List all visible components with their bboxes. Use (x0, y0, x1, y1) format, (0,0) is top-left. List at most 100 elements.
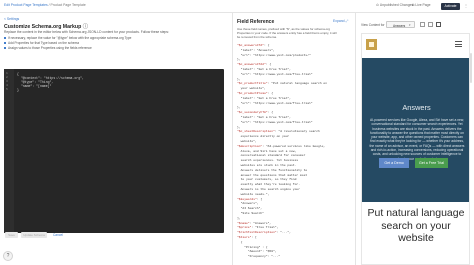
top-bar: Edit Product Page Templates / Product Pa… (0, 0, 474, 13)
field-value: }, (237, 77, 241, 81)
save-button[interactable]: Save (5, 232, 18, 238)
field-reference-line: "label": "Answers", (237, 49, 275, 53)
mobile-view-icon[interactable] (436, 22, 441, 27)
field-reference-line: Answers is the search engine your (237, 188, 300, 192)
entity-select-value: Answers (393, 23, 406, 28)
instructions-text: Replace the content in the editor below … (4, 30, 169, 34)
field-value: "Frequency": "..." (237, 255, 281, 259)
free-trial-button[interactable]: Get a Free Trial (415, 158, 448, 168)
code-editor[interactable]: 1 2 3 4 5 { "@context": "https://schema.… (4, 69, 224, 233)
field-value: Answers is the search engine your (237, 188, 301, 191)
field-reference-line: "$c_secondaryCTA": { (237, 111, 273, 115)
view-content-label: View Content for (361, 23, 385, 27)
live-page-link[interactable]: ⧉ Live Page (412, 3, 430, 7)
field-reference-line: "$name": "Answers", (237, 222, 271, 226)
field-value: conversational standard for consumer (237, 154, 306, 158)
field-value: }, (237, 125, 241, 129)
field-reference-line: }, (237, 58, 241, 62)
field-reference-line: websites are stuck in the past. (237, 164, 297, 168)
field-value: : [ (256, 197, 263, 201)
field-reference-line: website", (237, 140, 257, 144)
field-reference-line: "Site Search" (237, 212, 264, 216)
field-reference-line: "$tiers": [ (237, 236, 257, 240)
field-value: }, (237, 106, 241, 110)
field-value: "Amount": "$50", (237, 250, 277, 254)
field-reference-line: experience directly on your (237, 135, 290, 139)
settings-back-link[interactable]: < Settings (4, 17, 19, 21)
schema-editor-panel: < Settings Customize Schema.org Markup ⓘ… (0, 13, 230, 265)
field-key: "$name" (237, 221, 250, 225)
field-reference-line: exactly what they're looking for. (237, 183, 300, 187)
hero-title: Answers (402, 103, 431, 112)
field-reference-line: "$c_productTitle": "Put natural language… (237, 82, 327, 86)
step-item: Add Properties for that Type based on th… (4, 41, 79, 45)
field-value: "label": "Get a Free Trial", (237, 96, 292, 100)
field-value: : { (265, 63, 272, 67)
field-key: "$c_answersCTA2" (237, 63, 266, 67)
field-reference-line: "$keywords": [ (237, 198, 262, 202)
hero-text: AI-powered services like Google, Alexa, … (369, 118, 465, 161)
tablet-view-icon[interactable] (428, 22, 433, 27)
field-reference-line: conversational standard for consumer (237, 154, 306, 158)
field-reference-line: "label": "Get a Free Trial", (237, 116, 291, 120)
expand-button[interactable]: Expand ⤢ (333, 19, 348, 23)
field-reference-line: "Answers", (237, 202, 259, 206)
preview-panel: View Content for Answers ▾ Answers AI-po… (356, 13, 474, 265)
preview-scrollbar[interactable] (470, 53, 472, 83)
field-reference-line: "$description": "AI-powered services lik… (237, 145, 325, 149)
more-menu-icon[interactable]: ⋮ (464, 3, 468, 8)
field-value: ], (237, 216, 241, 220)
field-value: "Answers", (237, 202, 259, 206)
field-value: to your customers, so they find (237, 178, 297, 182)
field-key: "$description" (237, 144, 263, 148)
line-number-gutter (4, 69, 14, 233)
field-reference-line: "url": "https://www.yext.com/products/" (237, 54, 311, 58)
field-key: "$c_secondaryCTA" (237, 111, 268, 115)
update-schema-button[interactable]: Update Schema (21, 232, 47, 238)
field-value: : { (267, 92, 274, 95)
field-reference-line: "$richTextDescription": "...", (237, 231, 291, 235)
hero-section: Answers AI-powered services like Google,… (362, 58, 469, 202)
field-value: answer the questions that matter most (237, 173, 308, 177)
field-reference-line: to your customers, so they find (237, 178, 297, 182)
step-item: If necessary, replace the value for "@ty… (3, 36, 132, 40)
page-preview: Answers AI-powered services like Google,… (361, 33, 470, 265)
hamburger-menu-icon[interactable] (455, 41, 462, 48)
get-demo-button[interactable]: Get a Demo (379, 158, 409, 168)
field-reference-line: }, (237, 78, 241, 82)
field-value: : "Free Trial", (251, 226, 279, 230)
desktop-view-icon[interactable] (420, 22, 425, 27)
field-reference-line: "$c_productPromo": { (237, 92, 273, 96)
field-reference-description: be removed from the schema. (237, 35, 277, 39)
entity-select[interactable]: Answers ▾ (386, 21, 415, 28)
field-reference-line: "AI Search", (237, 207, 263, 211)
field-reference-line: "$c_answersCTA": { (237, 44, 269, 48)
field-value: "label": "Get a Free Trial", (237, 116, 292, 119)
cancel-link[interactable]: Cancel (53, 232, 63, 238)
field-reference-line: your website", (237, 87, 266, 91)
chevron-down-icon: ▾ (409, 23, 411, 28)
field-reference-panel: Field Reference Expand ⤢ Use these field… (232, 13, 356, 265)
step-item: Assign values to those Properties using … (4, 46, 92, 50)
line-number: 5 (6, 88, 8, 91)
field-value: : "A revolutionary search (274, 130, 320, 134)
field-reference-line: "Amount": "$50", (237, 250, 277, 254)
field-reference-line: ], (237, 217, 241, 221)
field-reference-line: "Frequency": "..." (237, 255, 280, 259)
field-value: : "Answers", (249, 221, 272, 225)
field-reference-title: Field Reference (237, 19, 275, 25)
activate-button[interactable]: Activate (441, 3, 460, 10)
field-value: "url": "https://www.yext.com/free-trial" (237, 72, 313, 76)
unpublished-changes-link[interactable]: ⊙ Unpublished Changes (376, 3, 413, 7)
product-title: Put natural language search on your webs… (367, 207, 465, 244)
field-value: Answers delivers the functionality to (237, 168, 308, 172)
field-value: : [ (251, 236, 257, 239)
field-reference-line: "url": "https://www.yext.com/free-trial" (237, 121, 313, 125)
breadcrumb-templates-link[interactable]: Edit Product Page Templates (4, 3, 48, 7)
help-button[interactable]: ? (3, 251, 13, 261)
field-value: websites are stuck in the past. (237, 164, 297, 167)
field-value: }, (237, 58, 241, 62)
field-value: website", (237, 140, 257, 143)
field-value: your website", (237, 87, 266, 91)
field-reference-line: }, (237, 126, 241, 130)
